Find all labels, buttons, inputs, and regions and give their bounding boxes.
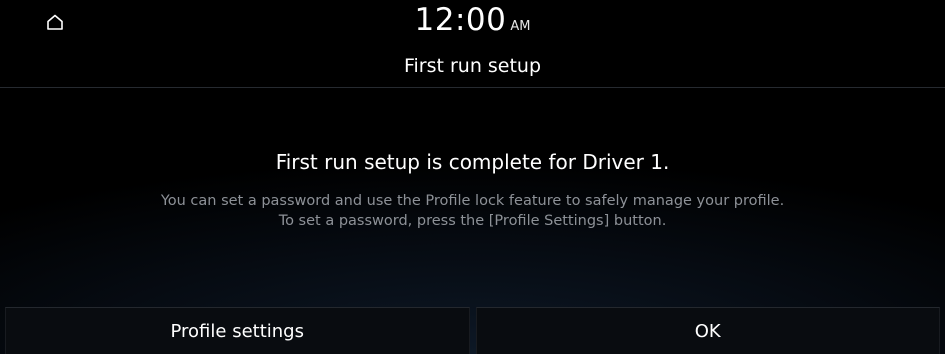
ok-button[interactable]: OK: [475, 307, 940, 354]
status-bar: 12:00 AM: [0, 0, 945, 44]
page-title: First run setup: [403, 54, 542, 77]
description-line-2: To set a password, press the [Profile Se…: [278, 213, 667, 229]
button-row: Profile settings OK: [5, 307, 940, 354]
message-heading: First run setup is complete for Driver 1…: [275, 150, 670, 174]
screen: 12:00 AM First run setup First run setup …: [0, 0, 945, 354]
message-description: You can set a password and use the Profi…: [0, 191, 945, 231]
clock-ampm: AM: [510, 19, 531, 34]
title-bar: First run setup: [0, 44, 945, 88]
description-line-1: You can set a password and use the Profi…: [160, 193, 785, 209]
clock: 12:00 AM: [0, 2, 945, 38]
clock-time: 12:00: [414, 2, 507, 38]
message-area: First run setup is complete for Driver 1…: [0, 150, 945, 231]
profile-settings-button[interactable]: Profile settings: [5, 307, 470, 354]
